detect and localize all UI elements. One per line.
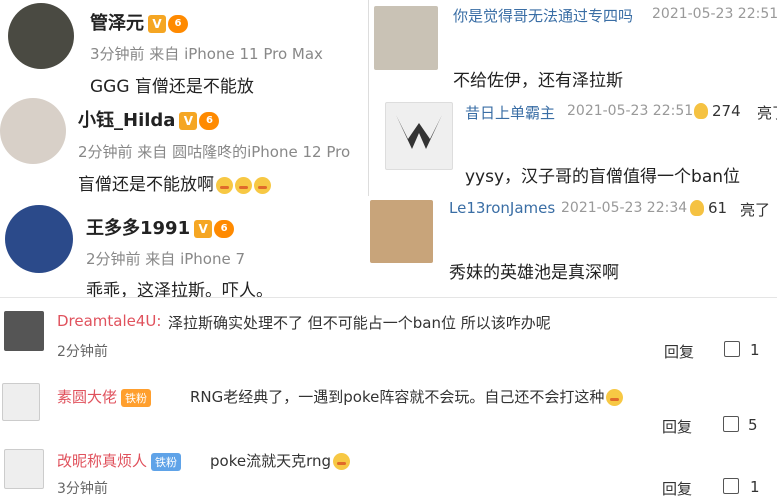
reply-author[interactable]: 改昵称真烦人 铁粉 — [57, 450, 182, 471]
verified-badge: V — [194, 220, 213, 238]
comment-author[interactable]: Le13ronJames — [449, 199, 555, 217]
reply-author[interactable]: Dreamtale4U: — [57, 312, 161, 330]
highlight-label[interactable]: 亮了 — [757, 102, 777, 123]
comment-text: 盲僧还是不能放啊 — [78, 170, 271, 195]
like-count: 61 — [708, 199, 728, 217]
avatar[interactable] — [5, 205, 73, 273]
divider — [368, 0, 369, 196]
reply-text: poke流就天克rng — [210, 450, 351, 471]
reply-time: 2分钟前 — [57, 344, 108, 360]
reply-button[interactable]: 回复 — [664, 341, 694, 362]
avatar[interactable] — [4, 311, 44, 351]
avatar[interactable] — [370, 200, 433, 263]
level-badge: 6 — [214, 220, 235, 238]
reply-author[interactable]: 素圆大佬 铁粉 — [57, 386, 152, 407]
like-count: 274 — [712, 102, 741, 120]
comment-author[interactable]: 你是觉得哥无法通过专四吗 — [453, 5, 633, 26]
avatar[interactable] — [4, 449, 44, 489]
thumbs-up-icon[interactable] — [723, 416, 739, 432]
wolverine-logo-icon — [396, 115, 442, 149]
reply-text: RNG老经典了，一遇到poke阵容就不会玩。自己还不会打这种 — [190, 386, 624, 407]
reply-button[interactable]: 回复 — [662, 416, 692, 437]
laugh-emoji-icon — [333, 453, 351, 470]
like-count: 1 — [750, 341, 760, 359]
thumbs-up-icon[interactable] — [724, 341, 740, 357]
like-count: 5 — [748, 416, 758, 434]
level-badge: 6 — [168, 15, 188, 33]
thumbs-up-icon[interactable] — [723, 478, 739, 494]
comment-meta: 3分钟前 来自 iPhone 11 Pro Max — [90, 45, 323, 63]
avatar[interactable] — [374, 6, 438, 70]
comment-meta: 2分钟前 来自 iPhone 7 — [86, 250, 246, 268]
lightbulb-icon[interactable] — [694, 103, 708, 119]
fan-badge: 铁粉 — [121, 388, 152, 407]
comment-text: 不给佐伊，还有泽拉斯 — [453, 71, 623, 91]
sweat-emoji-icon — [235, 176, 252, 194]
verified-badge: V — [179, 112, 198, 130]
comment-date: 2021-05-23 22:51 — [567, 103, 694, 119]
avatar[interactable] — [2, 383, 40, 421]
avatar[interactable] — [8, 3, 74, 69]
reply-time: 3分钟前 — [57, 481, 108, 497]
comment-text: yysy，汉子哥的盲僧值得一个ban位 — [465, 167, 741, 187]
divider — [0, 297, 777, 298]
comment-author[interactable]: 小钰_Hilda V 6 — [78, 106, 220, 132]
comment-text: GGG 盲僧还是不能放 — [90, 77, 254, 97]
avatar[interactable] — [385, 102, 453, 170]
comment-author[interactable]: 王多多1991 V 6 — [86, 214, 235, 240]
verified-badge: V — [148, 15, 166, 33]
avatar[interactable] — [0, 98, 66, 164]
reply-text: 泽拉斯确实处理不了 但不可能占一个ban位 所以该咋办呢 — [168, 314, 551, 332]
comment-date: 2021-05-23 22:34 — [561, 200, 688, 216]
reply-button[interactable]: 回复 — [662, 478, 692, 499]
like-count: 1 — [750, 478, 760, 496]
sweat-emoji-icon — [254, 176, 271, 194]
laugh-emoji-icon — [606, 389, 624, 406]
highlight-label[interactable]: 亮了 — [740, 199, 770, 220]
lightbulb-icon[interactable] — [690, 200, 704, 216]
comment-author[interactable]: 管泽元 V 6 — [90, 9, 188, 35]
comment-author[interactable]: 昔日上单霸主 — [465, 102, 555, 123]
comment-text: 秀妹的英雄池是真深啊 — [449, 263, 619, 283]
fan-badge: 铁粉 — [151, 452, 182, 471]
level-badge: 6 — [199, 112, 220, 130]
sweat-emoji-icon — [216, 176, 233, 194]
comment-meta: 2分钟前 来自 圆咕隆咚的iPhone 12 Pro — [78, 143, 351, 161]
comment-date: 2021-05-23 22:51 — [652, 6, 777, 22]
